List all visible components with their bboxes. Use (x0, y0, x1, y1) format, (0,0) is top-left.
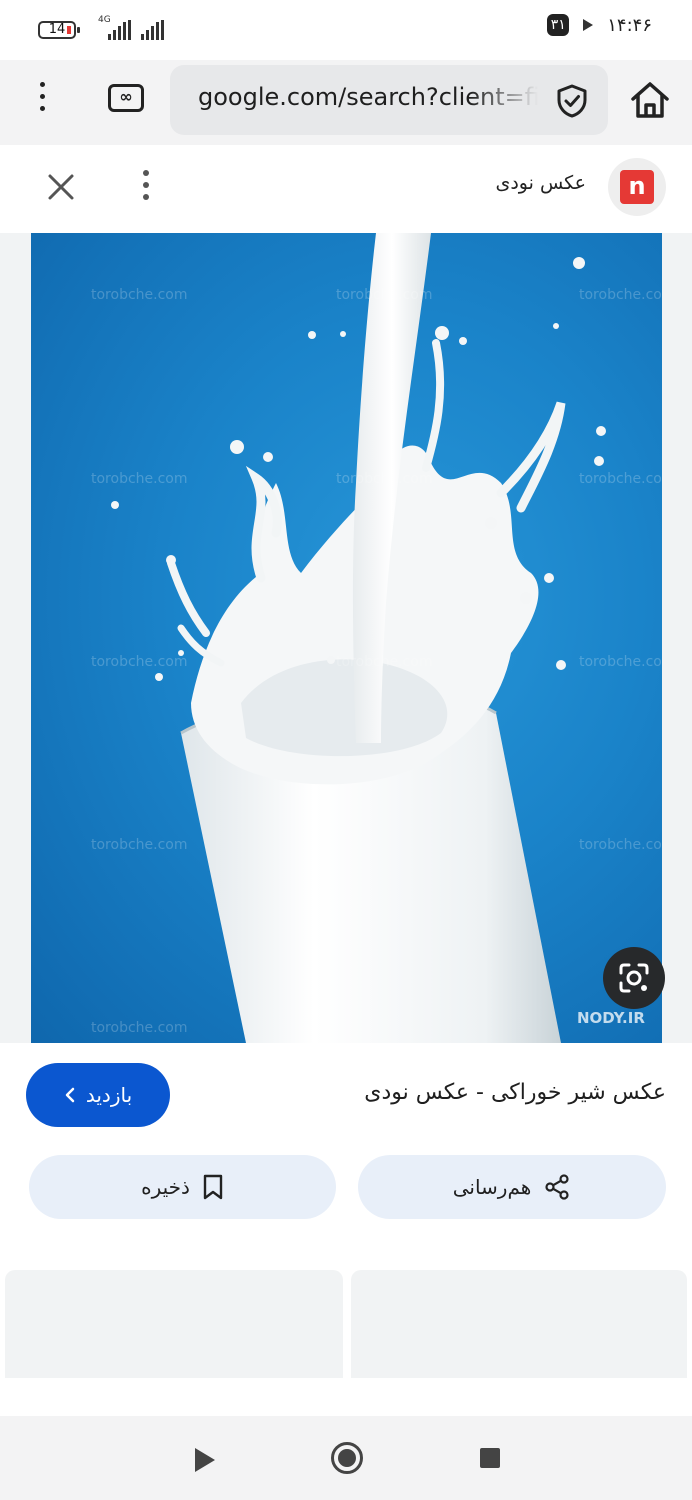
bookmark-icon (203, 1174, 223, 1200)
milk-photo[interactable]: torobche.com torobche.com torobche.com t… (31, 233, 662, 1043)
browser-menu-icon[interactable] (36, 82, 48, 122)
watermark: torobche.com (336, 654, 433, 670)
tabs-icon[interactable]: ∞ (108, 84, 144, 112)
share-label: هم‌رسانی (452, 1175, 532, 1199)
watermark: torobche.com (91, 654, 188, 670)
site-name[interactable]: عکس نودی (495, 172, 586, 194)
image-preview-area: torobche.com torobche.com torobche.com t… (0, 233, 692, 1043)
milk-splash-illustration (111, 233, 606, 1043)
related-result-card[interactable] (351, 1270, 687, 1378)
site-logo-letter: n (620, 170, 654, 204)
media-playing-icon (583, 19, 594, 31)
system-nav-bar (0, 1416, 692, 1500)
watermark: torobche.com (336, 287, 433, 303)
share-button[interactable]: هم‌رسانی (358, 1155, 666, 1219)
close-icon[interactable] (44, 170, 78, 204)
watermark: torobche.com (91, 471, 188, 487)
browser-toolbar: ∞ google.com/search?client=firefox (0, 60, 692, 145)
lens-search-button[interactable] (603, 947, 665, 1009)
address-bar[interactable]: google.com/search?client=firefox (170, 65, 608, 135)
lens-icon (619, 963, 649, 993)
visit-button[interactable]: بازدید (26, 1063, 170, 1127)
result-header: عکس نودی (0, 150, 692, 230)
image-caption[interactable]: عکس شیر خوراکی - عکس نودی (364, 1080, 666, 1105)
related-result-card[interactable] (5, 1270, 343, 1378)
signal-icon (108, 20, 131, 40)
nav-home-icon[interactable] (331, 1442, 363, 1474)
save-button[interactable]: ذخیره (29, 1155, 336, 1219)
watermark: torobche.com (579, 654, 662, 670)
shield-check-icon[interactable] (554, 83, 590, 119)
home-icon[interactable] (628, 78, 672, 122)
watermark: torobche.com (579, 837, 662, 853)
save-label: ذخیره (141, 1175, 190, 1199)
url-text[interactable]: google.com/search?client=firefox (198, 83, 538, 117)
clock: ۱۴:۴۶ (607, 14, 652, 36)
watermark: torobche.com (91, 287, 188, 303)
battery-icon: 14 (38, 21, 80, 39)
nav-recents-icon[interactable] (480, 1448, 500, 1468)
watermark: torobche.com (579, 287, 662, 303)
chevron-left-icon (65, 1087, 75, 1103)
nav-back-icon[interactable] (195, 1448, 215, 1472)
watermark: torobche.com (91, 837, 188, 853)
status-right: ۳۱ ۱۴:۴۶ (547, 14, 652, 36)
watermark: torobche.com (336, 471, 433, 487)
watermark: torobche.com (91, 1020, 188, 1036)
share-icon (545, 1174, 569, 1200)
watermark: torobche.com (579, 471, 662, 487)
status-bar: 14 4G ۳۱ ۱۴:۴۶ (0, 0, 692, 60)
calendar-badge: ۳۱ (547, 14, 570, 36)
more-options-icon[interactable] (141, 170, 151, 210)
battery-level: 14 (48, 22, 66, 37)
site-logo[interactable]: n (608, 158, 666, 216)
nody-watermark: NODY.IR (577, 1009, 645, 1027)
signal-icon (141, 20, 164, 40)
visit-label: بازدید (85, 1083, 133, 1107)
